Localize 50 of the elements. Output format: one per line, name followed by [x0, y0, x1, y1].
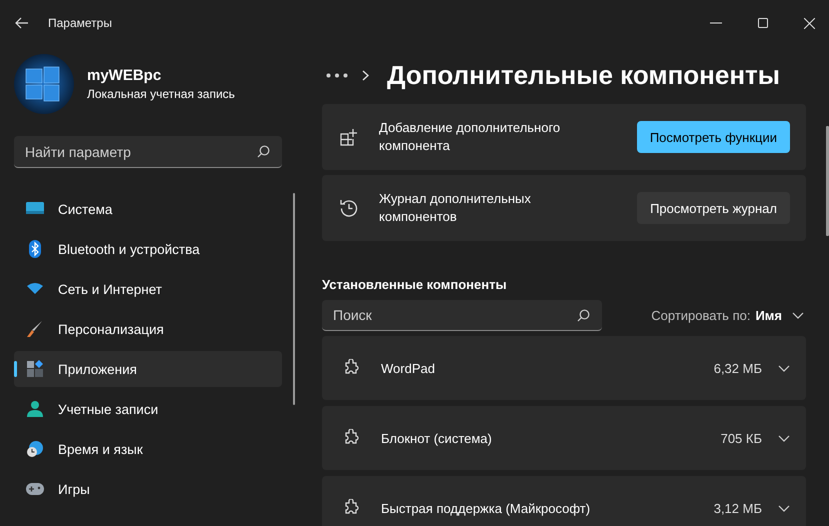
bluetooth-icon — [26, 240, 44, 258]
sidebar-item[interactable]: Время и язык — [14, 431, 282, 467]
sidebar-item[interactable]: Приложения — [14, 351, 282, 387]
close-icon[interactable] — [804, 18, 815, 28]
sidebar-item[interactable]: Сеть и Интернет — [14, 271, 282, 307]
chevron-down-icon[interactable] — [778, 504, 790, 512]
component-size: 3,12 МБ — [714, 500, 762, 516]
window-title: Параметры — [48, 16, 112, 30]
sidebar-item[interactable]: Система — [14, 191, 282, 227]
search-field[interactable]: Найти параметр — [14, 136, 282, 168]
history-icon — [340, 199, 358, 217]
component-name: Блокнот (система) — [381, 430, 492, 446]
component-row[interactable]: WordPad 6,32 МБ — [322, 336, 806, 400]
action-button[interactable]: Посмотреть функции — [636, 121, 790, 153]
sidebar-item[interactable]: Игры — [14, 471, 282, 507]
search-icon — [577, 309, 590, 322]
search-field[interactable]: Поиск — [322, 300, 602, 331]
sort-dropdown[interactable]: Сортировать по: Имя — [651, 308, 806, 323]
action-button[interactable]: Просмотреть журнал — [637, 192, 790, 224]
sidebar-item[interactable]: Учетные записи — [14, 391, 282, 427]
page-title: Дополнительные компоненты — [387, 60, 780, 90]
component-size: 705 КБ — [720, 430, 762, 446]
avatar-logo-icon — [14, 54, 74, 114]
back-arrow-icon[interactable] — [15, 17, 29, 29]
component-size: 6,32 МБ — [714, 360, 762, 376]
action-label: Журнал дополнительных компонентов — [379, 190, 532, 226]
more-icon[interactable] — [326, 72, 348, 78]
chevron-right-icon — [362, 70, 369, 80]
component-name: Быстрая поддержка (Майкрософт) — [381, 500, 590, 516]
sidebar-item[interactable]: Персонализация — [14, 311, 282, 347]
component-row[interactable]: Быстрая поддержка (Майкрософт) 3,12 МБ — [322, 476, 806, 526]
globe-clock-icon — [26, 440, 44, 458]
gamepad-icon — [26, 480, 44, 498]
search-icon — [257, 145, 270, 158]
account-name: myWEBpc — [87, 67, 162, 84]
section-heading: Установленные компоненты — [322, 277, 508, 292]
chevron-down-icon[interactable] — [778, 364, 790, 372]
chevron-down-icon[interactable] — [778, 434, 790, 442]
add-grid-icon — [340, 128, 358, 146]
sidebar-item[interactable]: Bluetooth и устройства — [14, 231, 282, 267]
apps-icon — [26, 360, 44, 378]
brush-icon — [26, 320, 44, 338]
person-icon — [26, 400, 44, 418]
account-type: Локальная учетная запись — [87, 87, 235, 101]
component-name: WordPad — [381, 360, 435, 376]
minimize-icon[interactable] — [710, 22, 722, 24]
action-label: Добавление дополнительного компонента — [379, 119, 562, 155]
maximize-icon[interactable] — [758, 18, 768, 28]
chevron-down-icon — [792, 312, 804, 319]
component-row[interactable]: Блокнот (система) 705 КБ — [322, 406, 806, 470]
